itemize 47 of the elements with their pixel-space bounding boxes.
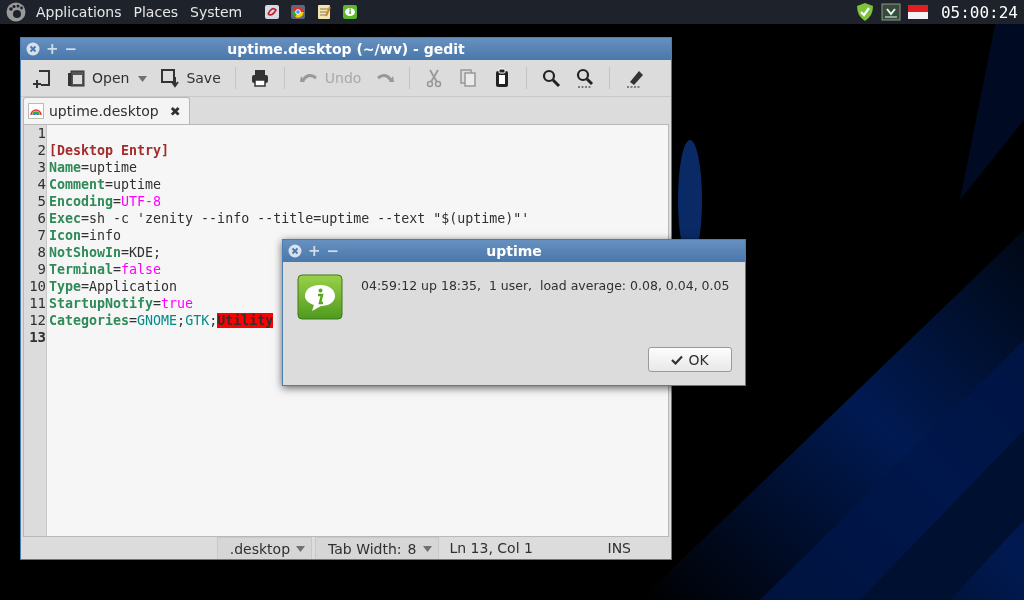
code-text: UTF-8 <box>121 194 162 209</box>
code-text: GNOME <box>137 313 178 328</box>
line-number: 9 <box>36 261 46 278</box>
code-text: NotShowIn <box>49 245 122 260</box>
code-text: = <box>113 262 122 277</box>
code-text: ; <box>209 313 218 328</box>
message-text: 04:59:12 up 18:35, 1 user, load average: 0.08, 0.04, 0.05 <box>361 278 730 293</box>
line-number: 3 <box>36 159 46 176</box>
code-text: =sh -c 'zenity --info --title=uptime --text "$(uptime)"' <box>81 211 530 226</box>
line-number: 4 <box>36 176 46 193</box>
code-text: Type <box>49 279 82 294</box>
window-title: uptime.desktop (~/wv) - gedit <box>227 41 465 57</box>
line-number: 2 <box>36 142 46 159</box>
line-number: 10 <box>28 278 46 295</box>
code-text: = <box>113 194 122 209</box>
line-number: 5 <box>36 193 46 210</box>
code-text: Encoding <box>49 194 114 209</box>
code-text: =Application <box>81 279 178 294</box>
code-text: [Desktop Entry] <box>49 143 170 158</box>
code-text: Terminal <box>49 262 114 277</box>
code-text: = <box>153 296 162 311</box>
code-text: false <box>121 262 162 277</box>
code-text: StartupNotify <box>49 296 154 311</box>
code-text: GTK <box>185 313 210 328</box>
code-text: Icon <box>49 228 82 243</box>
window-title: uptime <box>486 243 542 259</box>
line-number: 1 <box>36 125 46 142</box>
code-text: =uptime <box>81 160 138 175</box>
cursor-position: Ln 13, Col 1 <box>448 540 534 556</box>
code-text: true <box>161 296 194 311</box>
code-text: Name <box>49 160 82 175</box>
line-number: 11 <box>28 295 46 312</box>
line-number: 13 <box>28 329 46 346</box>
code-text: Categories <box>49 313 130 328</box>
line-number: 8 <box>36 244 46 261</box>
insert-mode: INS <box>606 540 631 556</box>
code-text: ; <box>177 313 186 328</box>
code-text: =info <box>81 228 122 243</box>
line-number: 12 <box>28 312 46 329</box>
line-number: 6 <box>36 210 46 227</box>
code-text: =KDE; <box>121 245 162 260</box>
code-text: =uptime <box>105 177 162 192</box>
code-text: Comment <box>49 177 106 192</box>
line-number: 7 <box>36 227 46 244</box>
error-highlight: Utility <box>217 313 274 328</box>
code-text: = <box>129 313 138 328</box>
code-text: Exec <box>49 211 82 226</box>
